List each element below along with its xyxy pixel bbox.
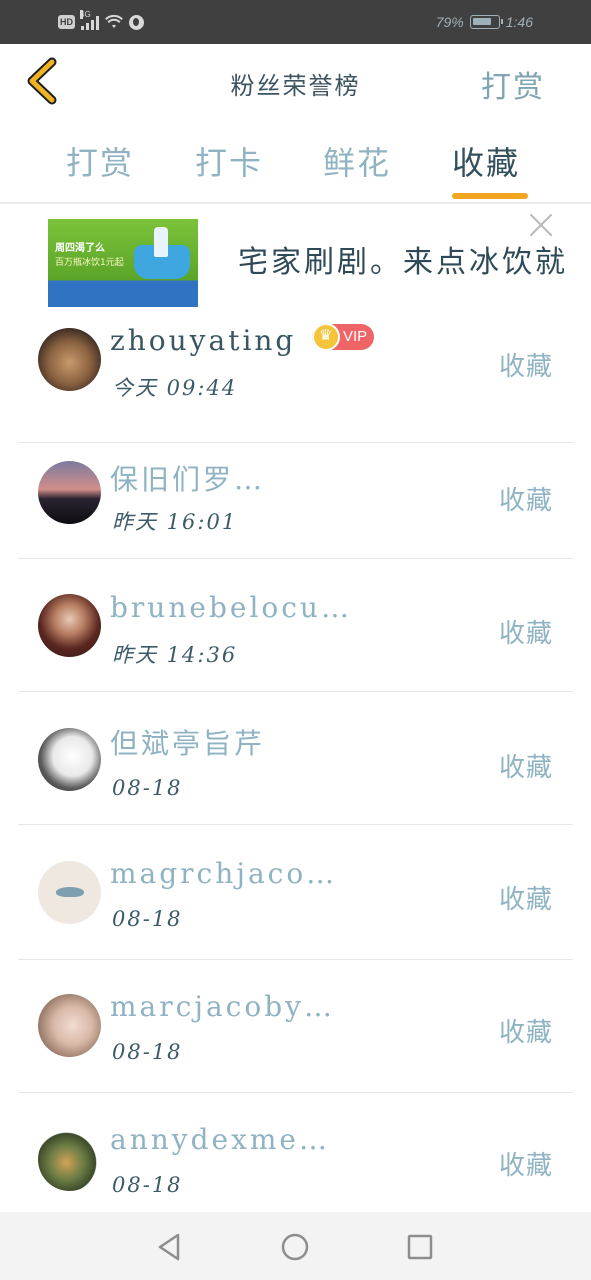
- reward-button[interactable]: 打赏: [481, 62, 545, 106]
- ad-bottle: [154, 227, 168, 257]
- avatar[interactable]: [38, 461, 101, 524]
- collect-button[interactable]: 收藏: [499, 1145, 553, 1182]
- ad-text[interactable]: 宅家刷剧。来点冰饮就: [238, 237, 568, 281]
- time: 08-18: [112, 1173, 183, 1197]
- crown-icon: [312, 323, 340, 351]
- ad-image-line1: 周四渴了么: [55, 243, 105, 254]
- divider: [18, 824, 573, 825]
- back-triangle-icon[interactable]: [152, 1230, 186, 1264]
- collect-button[interactable]: 收藏: [499, 613, 553, 650]
- status-right: 79% 1:46: [436, 11, 533, 33]
- avatar[interactable]: [38, 328, 101, 391]
- avatar[interactable]: [38, 728, 101, 791]
- user-name[interactable]: 保旧们罗…: [110, 458, 265, 498]
- user-name[interactable]: brunebelocu…: [110, 591, 352, 624]
- avatar[interactable]: [38, 594, 101, 657]
- vip-badge: VIP: [312, 323, 374, 351]
- collect-button[interactable]: 收藏: [499, 480, 553, 517]
- network-type: 4G: [80, 10, 91, 19]
- time: 昨天 16:01: [112, 510, 238, 534]
- list-item[interactable]: zhouyating VIP 今天 09:44 收藏: [0, 310, 591, 443]
- ad-image[interactable]: 周四渴了么 百万瓶冰饮1元起: [48, 219, 198, 307]
- list-item[interactable]: marcjacoby… 08-18 收藏: [0, 960, 591, 1093]
- user-name[interactable]: zhouyating: [110, 324, 296, 357]
- user-name[interactable]: magrchjaco…: [110, 857, 337, 890]
- status-bar: HD 4G 79% 1:46: [0, 0, 591, 44]
- collect-button[interactable]: 收藏: [499, 1012, 553, 1049]
- vip-label: VIP: [343, 328, 368, 345]
- avatar[interactable]: [38, 994, 101, 1057]
- tab-checkin[interactable]: 打卡: [195, 138, 263, 184]
- tab-indicator: [452, 193, 528, 199]
- home-circle-icon[interactable]: [278, 1230, 312, 1264]
- list-item[interactable]: brunebelocu… 昨天 14:36 收藏: [0, 559, 591, 692]
- hd-badge: HD: [58, 15, 75, 29]
- battery-icon: [469, 15, 503, 29]
- time: 08-18: [112, 1040, 183, 1064]
- tabs-divider: [0, 202, 591, 204]
- list-item[interactable]: magrchjaco… 08-18 收藏: [0, 827, 591, 960]
- tab-bar: 打赏 打卡 鲜花 收藏: [0, 120, 591, 202]
- recents-square-icon[interactable]: [403, 1230, 437, 1264]
- close-icon[interactable]: [528, 212, 554, 238]
- signal-icon: 4G: [80, 10, 99, 30]
- header: 粉丝荣誉榜 打赏: [0, 44, 591, 120]
- time: 08-18: [112, 907, 183, 931]
- globe-icon: [129, 14, 144, 30]
- time: 昨天 14:36: [112, 643, 238, 667]
- time: 08-18: [112, 776, 183, 800]
- collect-button[interactable]: 收藏: [499, 879, 553, 916]
- system-nav-bar: [0, 1212, 591, 1280]
- wifi-icon: [105, 14, 123, 28]
- tab-reward[interactable]: 打赏: [66, 138, 134, 184]
- status-left: HD 4G: [58, 10, 144, 33]
- ad-image-line2: 百万瓶冰饮1元起: [55, 258, 124, 268]
- user-name[interactable]: annydexme…: [110, 1123, 330, 1156]
- user-name[interactable]: marcjacoby…: [110, 990, 335, 1023]
- time: 今天 09:44: [112, 376, 238, 400]
- avatar[interactable]: [38, 861, 101, 924]
- collect-button[interactable]: 收藏: [499, 747, 553, 784]
- avatar[interactable]: [38, 1128, 101, 1191]
- status-time: 1:46: [505, 14, 533, 30]
- user-name[interactable]: 但斌亭旨芹: [110, 722, 265, 762]
- tab-flowers[interactable]: 鲜花: [323, 138, 391, 184]
- tab-collect[interactable]: 收藏: [452, 138, 520, 184]
- list-item[interactable]: 保旧们罗… 昨天 16:01 收藏: [0, 426, 591, 559]
- ad-banner[interactable]: 周四渴了么 百万瓶冰饮1元起 宅家刷剧。来点冰饮就: [0, 205, 591, 310]
- list-item[interactable]: 但斌亭旨芹 08-18 收藏: [0, 692, 591, 825]
- list-item[interactable]: annydexme… 08-18 收藏: [0, 1093, 591, 1226]
- battery-percent: 79%: [435, 14, 464, 30]
- collect-button[interactable]: 收藏: [499, 346, 553, 383]
